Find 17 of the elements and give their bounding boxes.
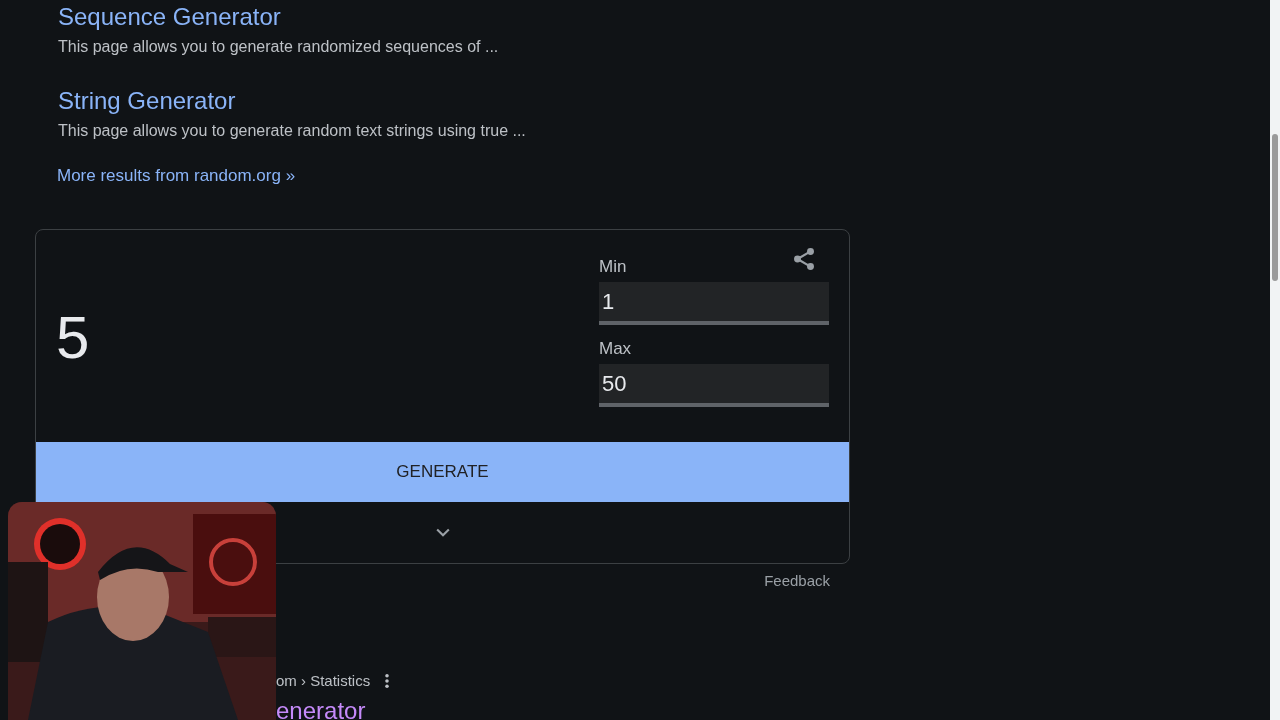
scrollbar-thumb[interactable] [1272,134,1278,281]
share-icon[interactable] [791,245,817,272]
result-snippet: This page allows you to generate randomized sequences of ... [58,37,500,57]
more-results-link[interactable]: More results from random.org » [57,166,296,185]
input-field[interactable]: 50 [599,363,829,407]
feedback-link[interactable]: Feedback [764,569,830,592]
result-snippet: This page allows you to generate random text strings using true ... [58,121,527,141]
result-link[interactable]: enerator [276,696,366,720]
random-number: 5 [56,303,90,373]
breadcrumb: om › Statistics [276,671,371,691]
generate-button[interactable]: GENERATE [36,441,849,502]
field-label: Min [599,256,627,277]
more-options-icon[interactable] [384,673,391,690]
input-field[interactable]: 1 [599,281,829,325]
result-link[interactable]: Sequence Generator [58,3,281,31]
field-label: Max [599,338,632,359]
result-link[interactable]: String Generator [58,87,236,115]
